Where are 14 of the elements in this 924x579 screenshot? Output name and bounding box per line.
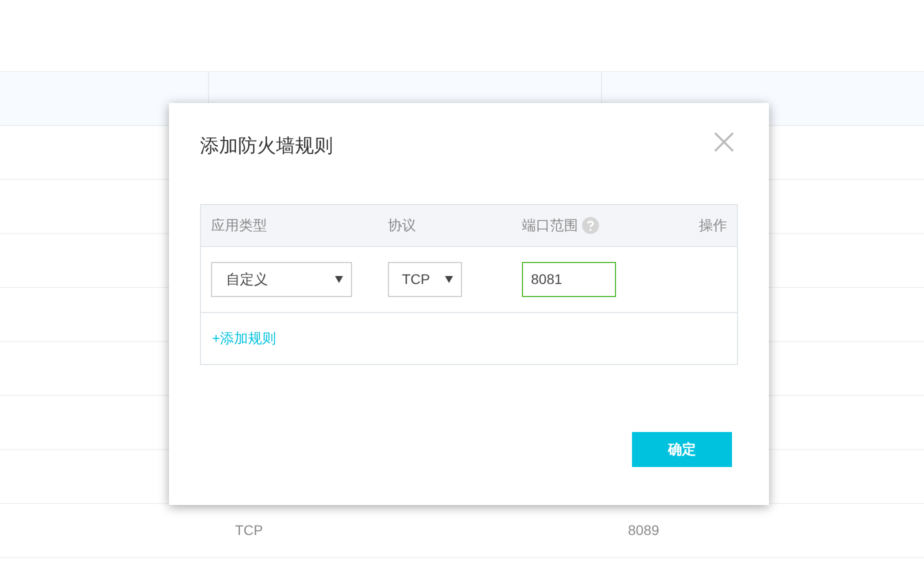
close-icon[interactable] — [714, 132, 734, 152]
app-type-select[interactable]: 自定义 — [211, 262, 352, 296]
dialog-title: 添加防火墙规则 — [200, 135, 333, 159]
help-icon[interactable] — [582, 216, 599, 234]
table-cell: 8089 — [628, 522, 660, 538]
port-range-field[interactable]: 8081 — [522, 262, 616, 296]
table-cell: TCP — [235, 522, 263, 538]
column-header: 协议 — [388, 216, 416, 234]
protocol-select[interactable]: TCP — [388, 262, 462, 296]
column-header: 操作 — [699, 216, 727, 234]
column-header: 应用类型 — [211, 216, 267, 234]
caret-icon — [445, 275, 453, 283]
column-header: 端口范围 — [522, 216, 578, 234]
caret-icon — [335, 275, 343, 283]
